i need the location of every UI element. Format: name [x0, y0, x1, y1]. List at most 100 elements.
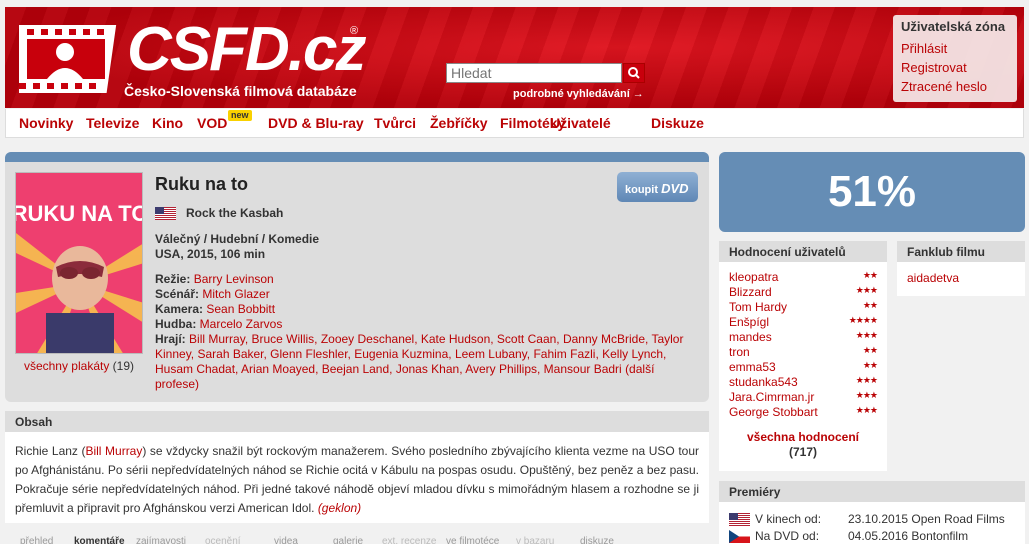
- main-nav: Novinky Televize Kino VOD new DVD & Blu-…: [5, 109, 1024, 138]
- film-poster[interactable]: RUKU NA TO: [15, 172, 143, 354]
- advanced-search-link[interactable]: podrobné vyhledávání →: [513, 88, 644, 100]
- plot-actor-link[interactable]: Bill Murray: [85, 444, 142, 458]
- nav-item-uzivatele[interactable]: Uživatelé: [550, 115, 611, 131]
- director-label: Režie:: [155, 272, 191, 286]
- fanclub-box: Fanklub filmu aidadetva: [897, 241, 1025, 296]
- list-item: George Stobbart ★★★: [729, 405, 878, 420]
- buy-label: koupit: [625, 184, 658, 196]
- nav-item-dvd-bluray[interactable]: DVD & Blu-ray: [268, 115, 364, 131]
- user-link[interactable]: tron: [729, 345, 750, 359]
- stars-icon: ★★★: [855, 285, 878, 295]
- film-title: Ruku na to: [155, 174, 248, 194]
- filmstrip-logo-icon[interactable]: [19, 19, 117, 99]
- user-ratings-box: Hodnocení uživatelů kleopatra ★★ Blizzard…: [719, 241, 887, 471]
- list-item: kleopatra ★★: [729, 270, 878, 285]
- nav-item-televize[interactable]: Televize: [86, 115, 139, 131]
- film-origin: USA, 2015, 106 min: [155, 247, 266, 261]
- user-link[interactable]: kleopatra: [729, 270, 778, 284]
- lost-password-link[interactable]: Ztracené heslo: [901, 79, 1009, 94]
- user-link[interactable]: studanka543: [729, 375, 798, 389]
- cast-links[interactable]: Bill Murray, Bruce Willis, Zooey Deschan…: [155, 332, 683, 376]
- cast-label: Hrají:: [155, 332, 186, 346]
- stars-icon: ★★: [862, 300, 878, 310]
- all-ratings-link[interactable]: všechna hodnocení: [747, 430, 859, 444]
- rating-percent: 51%: [719, 152, 1025, 232]
- login-link[interactable]: Přihlásit: [901, 41, 1009, 56]
- list-item: mandes ★★★: [729, 330, 878, 345]
- usa-flag-icon: [155, 207, 176, 221]
- tab-oceneni[interactable]: ocenění: [205, 536, 241, 544]
- director-link[interactable]: Barry Levinson: [194, 272, 274, 286]
- user-ratings-list: kleopatra ★★ Blizzard ★★★ Tom Hardy ★★ Enšp…: [719, 262, 887, 460]
- stars-icon: ★★: [862, 360, 878, 370]
- tab-zajimavosti[interactable]: zajímavosti: [136, 536, 186, 544]
- premieres-box: Premiéry V kinech od: 23.10.2015 Open Ro…: [719, 481, 1025, 544]
- tab-prehled[interactable]: přehled: [20, 536, 53, 544]
- list-item: studanka543 ★★★: [729, 375, 878, 390]
- plot-text: Richie Lanz (Bill Murray) se vždycky sna…: [5, 432, 709, 528]
- stars-icon: ★★: [862, 345, 878, 355]
- music-label: Hudba:: [155, 317, 197, 331]
- tab-diskuze[interactable]: diskuze: [580, 536, 614, 544]
- list-item: Jara.Cimrman.jr ★★★: [729, 390, 878, 405]
- all-ratings: všechna hodnocení (717): [729, 430, 877, 460]
- search-button[interactable]: [623, 63, 645, 83]
- register-link[interactable]: Registrovat: [901, 60, 1009, 75]
- fanclub-member-link[interactable]: aidadetva: [907, 271, 959, 285]
- plot-text-start: Richie Lanz (: [15, 444, 86, 458]
- plot-author-link[interactable]: (geklon): [318, 501, 361, 515]
- logo-wordmark[interactable]: CSFD.cz: [127, 15, 366, 85]
- nav-item-tvurci[interactable]: Tvůrci: [374, 115, 416, 131]
- camera-label: Kamera:: [155, 302, 204, 316]
- premiere-value: 04.05.2016 Bontonfilm: [848, 529, 969, 543]
- premieres-title: Premiéry: [719, 481, 1025, 502]
- user-link[interactable]: Jara.Cimrman.jr: [729, 390, 814, 404]
- search-input[interactable]: [446, 63, 622, 83]
- premiere-label: V kinech od:: [755, 512, 822, 526]
- premiere-value: 23.10.2015 Open Road Films: [848, 512, 1005, 526]
- stars-icon: ★★★: [855, 390, 878, 400]
- poster-title-text: RUKU NA TO: [16, 201, 143, 226]
- nav-item-novinky[interactable]: Novinky: [19, 115, 73, 131]
- premiere-row: Na DVD od: 04.05.2016 Bontonfilm: [729, 528, 1025, 544]
- music-link[interactable]: Marcelo Zarvos: [200, 317, 283, 331]
- list-item: Blizzard ★★★: [729, 285, 878, 300]
- tab-v-bazaru[interactable]: v bazaru: [516, 536, 554, 544]
- list-item: emma53 ★★: [729, 360, 878, 375]
- tab-galerie[interactable]: galerie: [333, 536, 363, 544]
- stars-icon: ★★★: [855, 330, 878, 340]
- list-item: tron ★★: [729, 345, 878, 360]
- premiere-label: Na DVD od:: [755, 529, 820, 543]
- stars-icon: ★★★: [855, 375, 878, 385]
- user-link[interactable]: George Stobbart: [729, 405, 818, 419]
- tab-videa[interactable]: videa: [274, 536, 298, 544]
- tab-komentare[interactable]: komentáře: [74, 536, 125, 544]
- nav-item-vod[interactable]: VOD: [197, 115, 227, 131]
- nav-item-kino[interactable]: Kino: [152, 115, 183, 131]
- nav-item-diskuze[interactable]: Diskuze: [651, 115, 704, 131]
- stars-icon: ★★★: [855, 405, 878, 415]
- user-link[interactable]: Tom Hardy: [729, 300, 787, 314]
- film-info-box: RUKU NA TO všechny plakáty (19) Ruku na …: [5, 152, 709, 402]
- list-item: Tom Hardy ★★: [729, 300, 878, 315]
- camera-link[interactable]: Sean Bobbitt: [206, 302, 275, 316]
- original-title-row: Rock the Kasbah: [155, 206, 284, 221]
- writer-link[interactable]: Mitch Glazer: [202, 287, 269, 301]
- user-link[interactable]: mandes: [729, 330, 772, 344]
- user-link[interactable]: Enšpígl: [729, 315, 769, 329]
- dvd-label: DVD: [661, 181, 689, 196]
- nav-item-zebricky[interactable]: Žebříčky: [430, 115, 488, 131]
- original-title: Rock the Kasbah: [186, 206, 284, 220]
- all-posters[interactable]: všechny plakáty (19): [5, 359, 153, 373]
- tab-ext-recenze[interactable]: ext. recenze: [382, 536, 436, 544]
- film-box-topbar: [5, 152, 709, 162]
- user-link[interactable]: emma53: [729, 360, 776, 374]
- czech-flag-icon: [729, 530, 750, 543]
- plot-section: Obsah Richie Lanz (Bill Murray) se vždyc…: [5, 411, 709, 523]
- buy-dvd-button[interactable]: koupit DVD: [617, 172, 698, 202]
- tab-ve-filmotece[interactable]: ve filmotéce: [446, 536, 499, 544]
- all-posters-link[interactable]: všechny plakáty: [24, 359, 109, 373]
- all-ratings-count: (717): [788, 445, 817, 459]
- user-link[interactable]: Blizzard: [729, 285, 772, 299]
- film-genre: Válečný / Hudební / Komedie: [155, 232, 320, 246]
